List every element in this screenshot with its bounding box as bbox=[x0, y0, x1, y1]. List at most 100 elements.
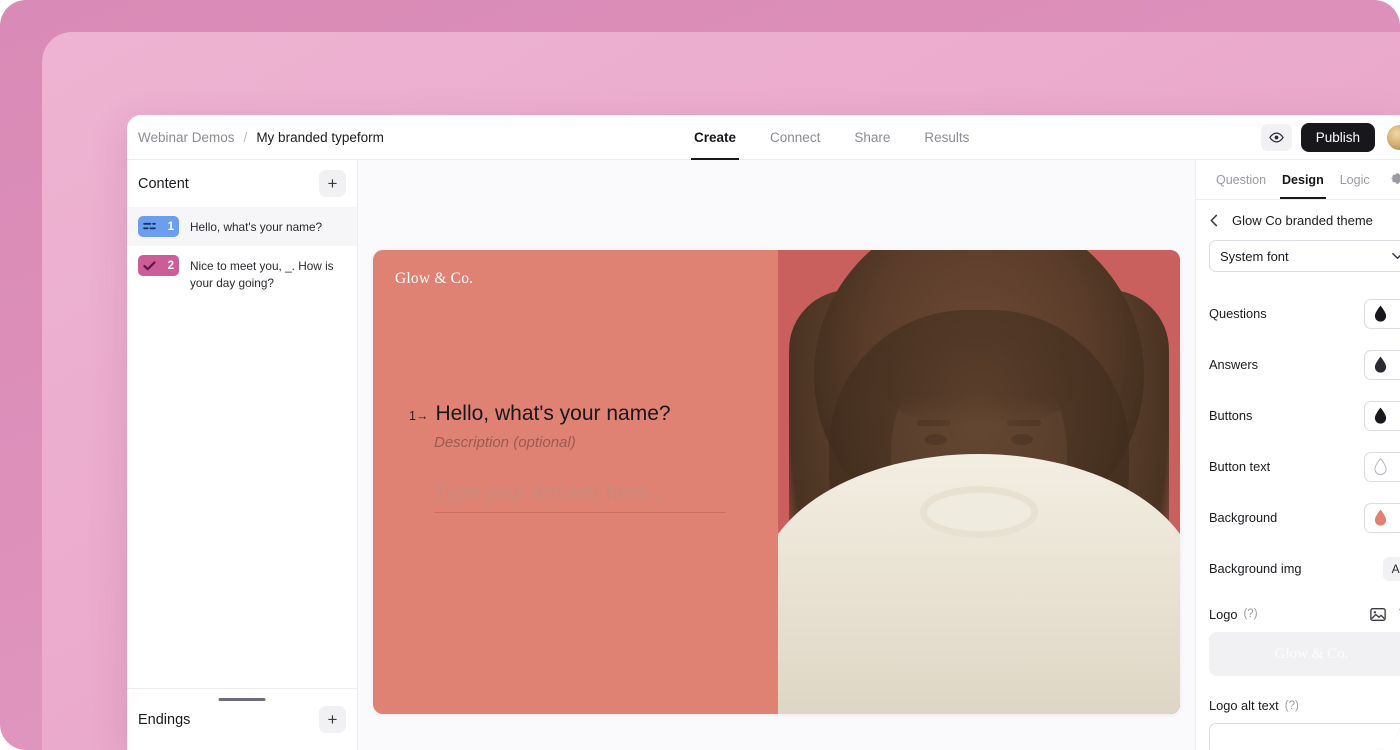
add-background-image-button[interactable]: Add bbox=[1382, 556, 1400, 581]
color-settings-list: Questions Answers Buttons Button text Ba… bbox=[1196, 288, 1400, 594]
color-label: Background bbox=[1209, 510, 1278, 525]
theme-name: Glow Co branded theme bbox=[1232, 213, 1373, 228]
form-question-number: 1→ bbox=[409, 409, 428, 423]
publish-button[interactable]: Publish bbox=[1300, 123, 1375, 152]
row-background-image: Background img Add bbox=[1196, 543, 1400, 594]
form-question-row: 1→ Hello, what's your name? bbox=[409, 402, 748, 426]
sidebar-resize-handle[interactable] bbox=[218, 698, 266, 701]
theme-header: Glow Co branded theme bbox=[1196, 200, 1400, 240]
form-question-index: 1 bbox=[409, 409, 416, 423]
color-row-answers: Answers bbox=[1196, 339, 1400, 390]
help-icon[interactable]: (?) bbox=[1285, 700, 1299, 712]
help-icon[interactable]: (?) bbox=[1243, 608, 1257, 620]
logo-preview-text: Glow & Co. bbox=[1274, 645, 1349, 662]
breadcrumb-workspace[interactable]: Webinar Demos bbox=[138, 130, 235, 145]
color-row-questions: Questions bbox=[1196, 288, 1400, 339]
logo-alt-label: Logo alt text (?) bbox=[1209, 698, 1400, 713]
logo-preview[interactable]: Glow & Co. bbox=[1209, 632, 1400, 676]
form-preview-canvas: Glow & Co. 1→ Hello, what's your name? D… bbox=[358, 160, 1195, 750]
tab-share-label: Share bbox=[854, 130, 891, 145]
question-type-badge: 1 bbox=[138, 216, 179, 237]
app-window: Webinar Demos / My branded typeform Crea… bbox=[127, 115, 1400, 750]
question-number: 1 bbox=[167, 220, 174, 233]
droplet-icon bbox=[1373, 407, 1388, 424]
logo-label: Logo (?) bbox=[1209, 607, 1258, 622]
avatar[interactable] bbox=[1386, 124, 1400, 151]
question-label: Hello, what's your name? bbox=[190, 220, 323, 234]
add-button-label: Add bbox=[1391, 561, 1400, 576]
tab-logic[interactable]: Logic bbox=[1332, 160, 1378, 199]
content-sidebar: Content + 1 Hello, what's your name? 2 N… bbox=[127, 160, 358, 750]
color-row-button-text: Button text bbox=[1196, 441, 1400, 492]
droplet-icon bbox=[1373, 509, 1388, 526]
collar bbox=[920, 486, 1039, 538]
list-item[interactable]: 1 Hello, what's your name? bbox=[127, 207, 357, 246]
question-label: Nice to meet you, _. How is your day goi… bbox=[190, 259, 334, 290]
top-bar: Webinar Demos / My branded typeform Crea… bbox=[127, 115, 1400, 160]
add-ending-button[interactable]: + bbox=[319, 706, 346, 733]
top-bar-actions: Publish bbox=[1260, 115, 1400, 160]
design-panel-tabs: Question Design Logic bbox=[1196, 160, 1400, 200]
color-swatch-buttons[interactable] bbox=[1364, 400, 1400, 431]
arrow-right-icon: → bbox=[415, 409, 429, 423]
add-content-button[interactable]: + bbox=[319, 170, 346, 197]
color-label: Questions bbox=[1209, 306, 1267, 321]
form-logo: Glow & Co. bbox=[395, 270, 474, 287]
sidebar-header: Content + bbox=[127, 160, 357, 207]
color-swatch-questions[interactable] bbox=[1364, 298, 1400, 329]
gear-icon bbox=[1389, 170, 1400, 187]
breadcrumb-form-name[interactable]: My branded typeform bbox=[256, 130, 384, 145]
list-item[interactable]: 2 Nice to meet you, _. How is your day g… bbox=[127, 246, 357, 301]
form-description-placeholder[interactable]: Description (optional) bbox=[434, 434, 748, 451]
publish-button-label: Publish bbox=[1315, 130, 1360, 145]
eye-icon bbox=[1268, 130, 1284, 145]
decorative-outer-frame: Webinar Demos / My branded typeform Crea… bbox=[0, 0, 1400, 750]
tab-connect-label: Connect bbox=[770, 130, 821, 145]
tab-design-label: Design bbox=[1282, 172, 1324, 187]
tab-question-label: Question bbox=[1216, 172, 1267, 187]
form-content-pane: Glow & Co. 1→ Hello, what's your name? D… bbox=[373, 250, 779, 714]
color-label: Buttons bbox=[1209, 408, 1253, 423]
breadcrumb-separator: / bbox=[243, 130, 248, 145]
color-swatch-button-text[interactable] bbox=[1364, 451, 1400, 482]
logo-alt-input[interactable] bbox=[1209, 723, 1400, 750]
logo-alt-label-text: Logo alt text bbox=[1209, 698, 1279, 713]
tab-create[interactable]: Create bbox=[677, 115, 753, 160]
droplet-icon bbox=[1373, 305, 1388, 322]
back-button[interactable] bbox=[1209, 214, 1220, 227]
workspace-body: Content + 1 Hello, what's your name? 2 N… bbox=[127, 160, 1400, 750]
plus-icon: + bbox=[327, 710, 338, 729]
question-list: 1 Hello, what's your name? 2 Nice to mee… bbox=[127, 207, 357, 688]
settings-button[interactable] bbox=[1389, 170, 1400, 192]
check-icon bbox=[143, 260, 156, 271]
main-nav-tabs: Create Connect Share Results bbox=[677, 115, 986, 160]
droplet-outline-icon bbox=[1373, 458, 1388, 475]
short-text-icon bbox=[143, 222, 156, 231]
tab-results-label: Results bbox=[924, 130, 970, 145]
decorative-inner-frame: Webinar Demos / My branded typeform Crea… bbox=[42, 32, 1400, 750]
breadcrumb: Webinar Demos / My branded typeform bbox=[138, 115, 384, 160]
tab-connect[interactable]: Connect bbox=[753, 115, 837, 160]
tab-results[interactable]: Results bbox=[907, 115, 986, 160]
font-select-value: System font bbox=[1220, 248, 1289, 264]
tab-question[interactable]: Question bbox=[1208, 160, 1274, 199]
logo-row: Logo (?) bbox=[1196, 594, 1400, 632]
question-number: 2 bbox=[167, 259, 174, 272]
form-image-pane bbox=[778, 250, 1180, 714]
color-swatch-answers[interactable] bbox=[1364, 349, 1400, 380]
endings-title: Endings bbox=[138, 711, 191, 728]
tab-design[interactable]: Design bbox=[1274, 160, 1332, 199]
form-question-title[interactable]: Hello, what's your name? bbox=[435, 402, 670, 426]
design-panel: Question Design Logic Glow Co branded th… bbox=[1195, 160, 1400, 750]
logo-actions bbox=[1370, 606, 1400, 622]
color-label: Answers bbox=[1209, 357, 1259, 372]
color-row-buttons: Buttons bbox=[1196, 390, 1400, 441]
endings-section: Endings + bbox=[127, 688, 357, 750]
tab-share[interactable]: Share bbox=[837, 115, 907, 160]
font-select[interactable]: System font bbox=[1209, 240, 1400, 272]
preview-button[interactable] bbox=[1260, 124, 1292, 151]
image-icon[interactable] bbox=[1370, 607, 1386, 622]
color-swatch-background[interactable] bbox=[1364, 502, 1400, 533]
chevron-down-icon bbox=[1392, 252, 1400, 260]
form-answer-input[interactable]: Type your answer here... bbox=[434, 481, 726, 513]
